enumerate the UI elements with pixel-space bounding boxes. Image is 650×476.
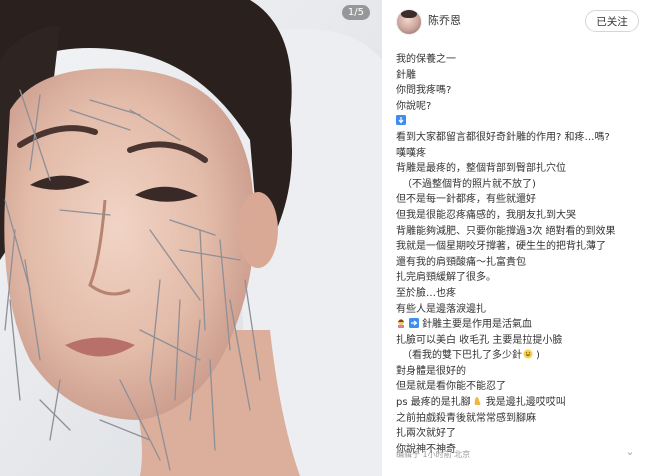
caption-close-paren: ) <box>536 350 540 362</box>
caption-line: 扎完肩頸緩解了很多。 <box>396 272 496 284</box>
image-page-counter: 1/5 <box>341 5 370 20</box>
caption-line: ps 最疼的是扎腳 我是邊扎邊哎哎叫 <box>396 395 644 411</box>
caption-text: ps 最疼的是扎腳 <box>396 397 471 409</box>
post-meta: 编辑于 1小时前 北京 <box>396 450 471 459</box>
caption-line: 我就是一個星期咬牙撐著，硬生生的把背扎薄了 <box>396 241 606 253</box>
caption-line: 還有我的肩頸酸痛～扎富貴包 <box>396 256 526 268</box>
post-image[interactable]: 1/5 <box>0 0 382 476</box>
caption-line: 對身體是很好的 <box>396 365 466 377</box>
caption-line: 但我是很能忍疼痛感的，我朋友扎到大哭 <box>396 209 576 221</box>
caption-line: 背雕能夠減肥、只要你能撐過3次 絕對看的到效果 <box>396 225 616 237</box>
caption-line: 針雕 <box>396 69 416 81</box>
follow-button[interactable]: 已关注 <box>585 10 639 32</box>
caption-line: （不過整個背的照片就不放了) <box>402 178 536 190</box>
down-arrow-icon <box>396 115 406 126</box>
post-header: 陈乔恩 已关注 <box>382 0 650 44</box>
avatar[interactable] <box>396 9 422 35</box>
caption-line: 針雕主要是作用是活氣血 <box>396 317 644 333</box>
caption-line: （看我的雙下巴扎了多少針 ) <box>396 348 644 364</box>
post-panel: 陈乔恩 已关注 我的保養之一 針雕 你問我疼嗎? 你說呢? 看到大家都留言都很好… <box>382 0 650 476</box>
caption-line: 但不是每一針都疼，有些就還好 <box>396 194 536 206</box>
caption-line: 扎臉可以美白 收毛孔 主要是拉提小臉 <box>396 334 563 346</box>
author-name[interactable]: 陈乔恩 <box>428 12 461 28</box>
grin-emoji-icon <box>523 349 533 359</box>
caption-line: 你說呢? <box>396 100 432 112</box>
caption-text: 針雕主要是作用是活氣血 <box>422 319 532 331</box>
caption-line: 之前拍戲殺青後就常常感到腳麻 <box>396 412 536 424</box>
caption-line: 嘆嘆疼 <box>396 147 426 159</box>
caption-line: 背雕是最疼的，整個背部到臀部扎穴位 <box>396 163 566 175</box>
caption-text: （看我的雙下巴扎了多少針 <box>402 350 522 362</box>
caption-line: 看到大家都留言都很好奇針雕的作用? 和疼…嗎? <box>396 131 610 143</box>
caption-line: 但是就是看你能不能忍了 <box>396 381 506 393</box>
caption-line: 你問我疼嗎? <box>396 85 452 97</box>
right-arrow-icon <box>409 318 419 329</box>
woman-emoji-icon <box>398 319 404 329</box>
acupuncture-selfie-illustration <box>0 0 382 476</box>
chevron-down-icon[interactable]: ⌄ <box>622 444 638 460</box>
foot-emoji-icon <box>474 397 481 406</box>
caption-text: 我是邊扎邊哎哎叫 <box>485 397 566 409</box>
caption-line: 有些人是邊落淚邊扎 <box>396 303 486 315</box>
post-caption: 我的保養之一 針雕 你問我疼嗎? 你說呢? 看到大家都留言都很好奇針雕的作用? … <box>396 52 644 457</box>
caption-line: 至於臉…也疼 <box>396 287 456 299</box>
caption-line <box>396 114 644 130</box>
caption-line: 扎兩次就好了 <box>396 428 456 440</box>
caption-line: 我的保養之一 <box>396 54 456 65</box>
